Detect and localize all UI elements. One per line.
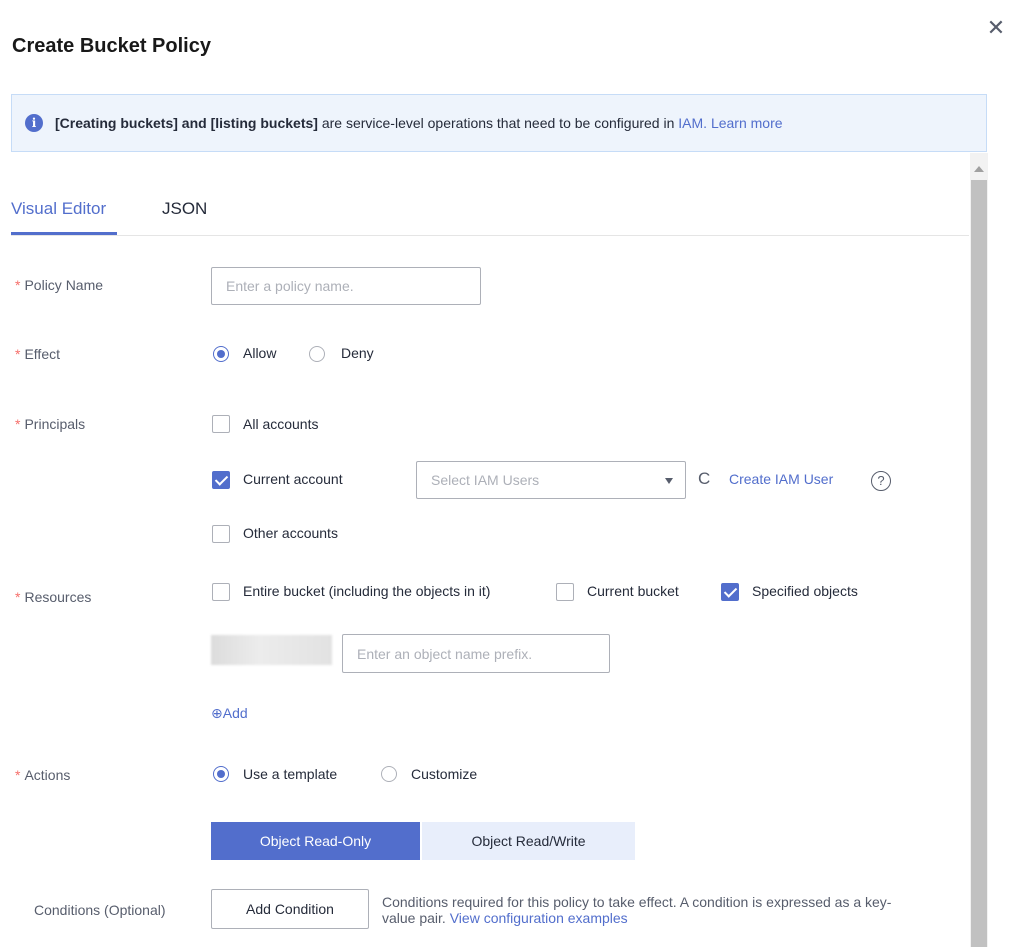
scroll-up-arrow-icon[interactable] [974, 166, 984, 172]
required-mark: * [15, 767, 21, 783]
close-icon[interactable]: ✕ [986, 17, 1006, 39]
plus-circle-icon: ⊕ [211, 705, 223, 721]
policy-name-label: * Policy Name [15, 277, 103, 293]
view-configuration-examples-link[interactable]: View configuration examples [450, 910, 628, 926]
help-icon[interactable]: ? [871, 471, 891, 491]
create-iam-user-link[interactable]: Create IAM User [729, 471, 833, 487]
tab-visual-editor[interactable]: Visual Editor [11, 199, 106, 219]
info-icon: i [25, 114, 43, 132]
customize-label[interactable]: Customize [411, 766, 477, 782]
active-tab-indicator [11, 232, 117, 235]
conditions-description-line1: Conditions required for this policy to t… [382, 894, 892, 910]
current-account-label[interactable]: Current account [243, 471, 343, 487]
effect-allow-radio[interactable] [213, 346, 229, 362]
required-mark: * [15, 277, 21, 293]
add-resource-label: Add [222, 705, 248, 721]
notice-bold-text: [Creating buckets] and [listing buckets] [55, 115, 318, 131]
other-accounts-label[interactable]: Other accounts [243, 525, 338, 541]
resources-label-text: Resources [24, 589, 92, 605]
all-accounts-label[interactable]: All accounts [243, 416, 318, 432]
tab-divider [11, 235, 969, 236]
entire-bucket-label[interactable]: Entire bucket (including the objects in … [243, 583, 490, 599]
bucket-name-redacted [211, 635, 332, 665]
add-resource-button[interactable]: ⊕Add [211, 705, 248, 722]
required-mark: * [15, 346, 21, 362]
current-bucket-label[interactable]: Current bucket [587, 583, 679, 599]
policy-name-label-text: Policy Name [24, 277, 104, 293]
object-prefix-input[interactable]: Enter an object name prefix. [342, 634, 610, 673]
principals-label-text: Principals [24, 416, 86, 432]
specified-objects-checkbox[interactable] [721, 583, 739, 601]
template-object-read-write[interactable]: Object Read/Write [422, 822, 635, 860]
effect-deny-radio[interactable] [309, 346, 325, 362]
customize-radio[interactable] [381, 766, 397, 782]
learn-more-link[interactable]: Learn more [711, 115, 783, 131]
principals-label: * Principals [15, 416, 85, 432]
conditions-label: Conditions (Optional) [34, 902, 166, 918]
other-accounts-checkbox[interactable] [212, 525, 230, 543]
iam-users-placeholder: Select IAM Users [431, 472, 540, 488]
info-notice: i [Creating buckets] and [listing bucket… [11, 94, 987, 152]
notice-text: are service-level operations that need t… [317, 115, 679, 131]
actions-label: * Actions [15, 767, 70, 783]
conditions-description: Conditions required for this policy to t… [382, 894, 967, 926]
required-mark: * [15, 416, 21, 432]
effect-allow-label[interactable]: Allow [243, 345, 276, 361]
dialog-title: Create Bucket Policy [12, 35, 211, 57]
specified-objects-label[interactable]: Specified objects [752, 583, 858, 599]
use-template-label[interactable]: Use a template [243, 766, 337, 782]
actions-label-text: Actions [24, 767, 71, 783]
current-account-checkbox[interactable] [212, 471, 230, 489]
scrollbar-thumb[interactable] [971, 180, 987, 947]
policy-name-input[interactable]: Enter a policy name. [211, 267, 481, 305]
conditions-description-line2: value pair. [382, 910, 446, 926]
tab-json[interactable]: JSON [162, 199, 207, 219]
template-object-read-only[interactable]: Object Read-Only [211, 822, 420, 860]
resources-label: * Resources [15, 589, 91, 605]
policy-name-placeholder: Enter a policy name. [226, 278, 354, 294]
all-accounts-checkbox[interactable] [212, 415, 230, 433]
effect-deny-label[interactable]: Deny [341, 345, 374, 361]
iam-users-select[interactable]: Select IAM Users [416, 461, 686, 499]
object-prefix-placeholder: Enter an object name prefix. [357, 645, 533, 662]
use-template-radio[interactable] [213, 766, 229, 782]
current-bucket-checkbox[interactable] [556, 583, 574, 601]
required-mark: * [15, 589, 21, 605]
entire-bucket-checkbox[interactable] [212, 583, 230, 601]
refresh-icon[interactable]: C [698, 469, 710, 489]
effect-label: * Effect [15, 346, 60, 362]
chevron-down-icon [665, 478, 673, 484]
iam-link[interactable]: IAM. [678, 115, 707, 131]
effect-label-text: Effect [24, 346, 60, 362]
add-condition-button[interactable]: Add Condition [211, 889, 369, 929]
